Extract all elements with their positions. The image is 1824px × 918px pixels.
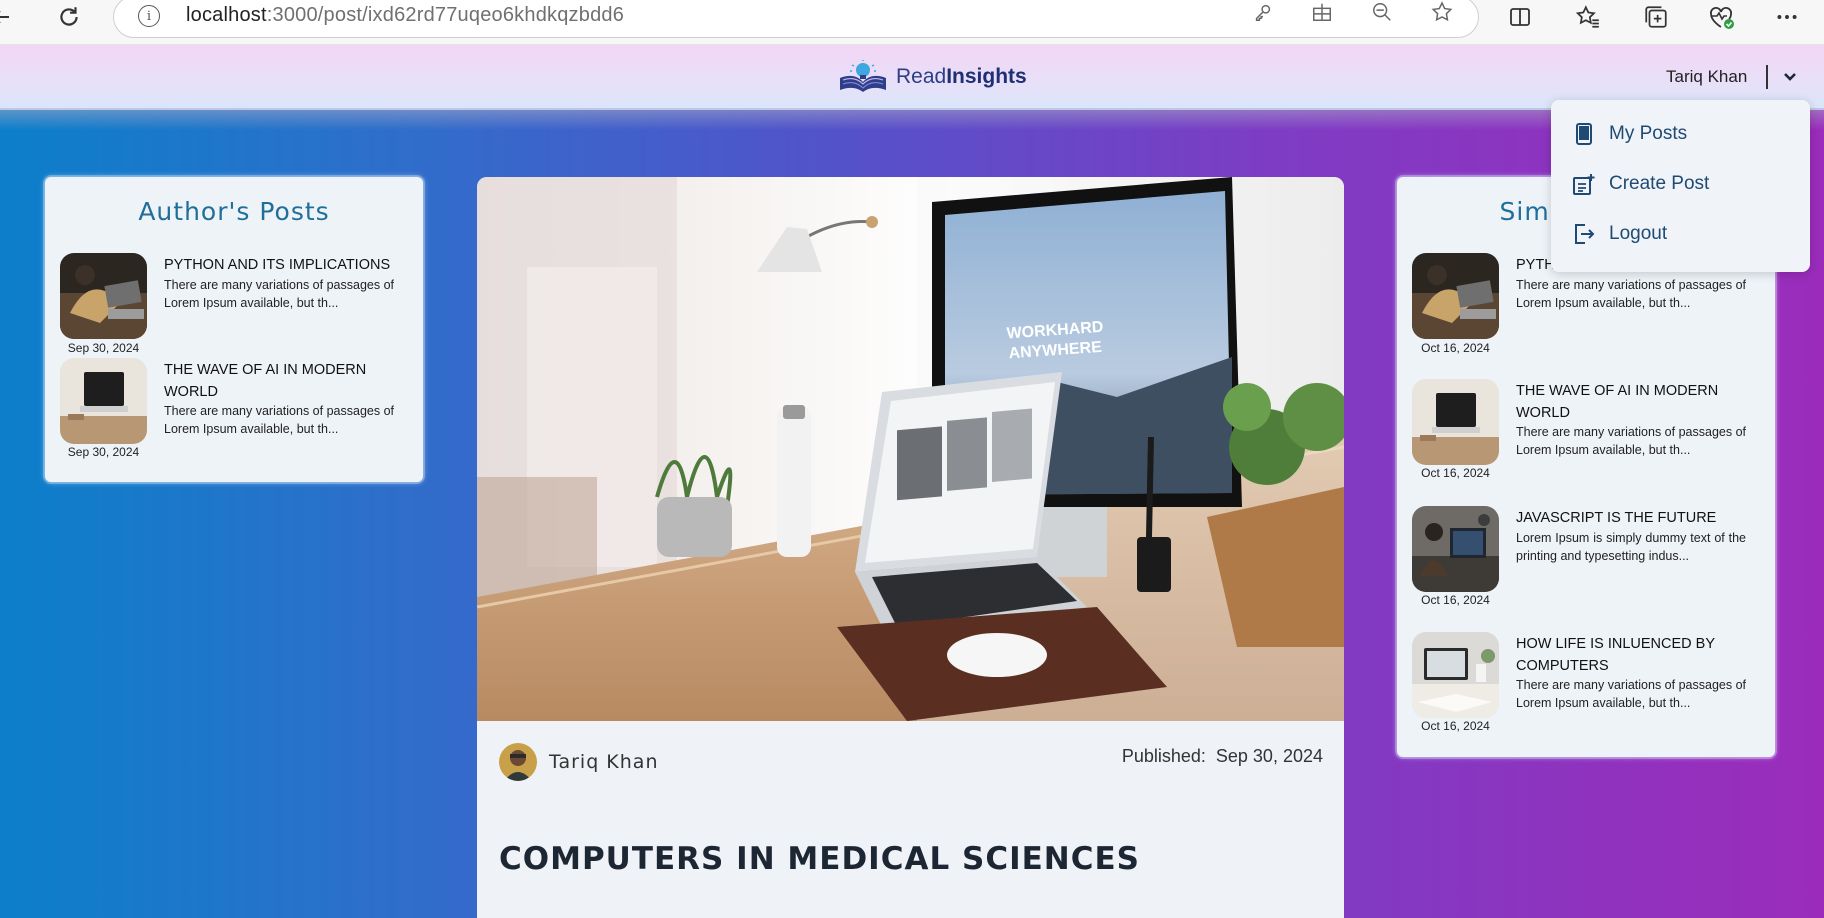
post-title[interactable]: PYTHON AND ITS IMPLICATIONS — [164, 254, 404, 276]
similar-post-item[interactable]: Oct 16, 2024 THE WAVE OF AI IN MODERN WO… — [1412, 379, 1762, 489]
post-thumbnail[interactable] — [1412, 253, 1499, 339]
post-title[interactable]: HOW LIFE IS INLUENCED BY COMPUTERS — [1516, 633, 1756, 677]
collections-icon[interactable] — [1641, 2, 1671, 32]
post-date: Oct 16, 2024 — [1421, 719, 1490, 733]
post-thumbnail[interactable] — [60, 253, 147, 339]
more-icon[interactable] — [1772, 2, 1802, 32]
dropdown-item-my-posts[interactable]: My Posts — [1573, 122, 1687, 146]
post-thumbnail[interactable] — [1412, 632, 1499, 718]
post-thumbnail[interactable] — [1412, 506, 1499, 592]
post-thumbnail[interactable] — [60, 358, 147, 444]
browser-health-icon[interactable] — [1706, 2, 1736, 32]
published-label: Published: — [1121, 746, 1206, 766]
author-avatar[interactable] — [499, 743, 537, 781]
user-name[interactable]: Tariq Khan — [1666, 67, 1747, 87]
password-key-icon[interactable] — [1248, 0, 1278, 27]
dropdown-item-label: My Posts — [1609, 123, 1688, 144]
post-excerpt: There are many variations of passages of… — [1516, 278, 1746, 310]
post-date: Sep 30, 2024 — [67, 445, 140, 459]
post-excerpt: There are many variations of passages of… — [164, 278, 394, 310]
published-date: Sep 30, 2024 — [1215, 746, 1323, 766]
post-excerpt: There are many variations of passages of… — [164, 404, 394, 436]
refresh-icon[interactable] — [54, 2, 84, 32]
user-dropdown-menu: My Posts Create Post Logout — [1551, 100, 1810, 272]
browser-toolbar: i localhost:3000/post/ixd62rd77uqeo6khdk… — [0, 0, 1824, 45]
chevron-down-icon[interactable] — [1779, 65, 1801, 89]
post-date: Sep 30, 2024 — [67, 341, 140, 355]
similar-post-item[interactable]: Oct 16, 2024 HOW LIFE IS INLUENCED BY CO… — [1412, 632, 1762, 742]
dropdown-item-label: Logout — [1609, 223, 1668, 244]
author-post-item[interactable]: Sep 30, 2024 THE WAVE OF AI IN MODERN WO… — [60, 358, 410, 468]
post-date: Oct 16, 2024 — [1421, 466, 1490, 480]
note-add-icon — [1573, 172, 1595, 196]
zoom-out-icon[interactable] — [1367, 0, 1397, 27]
post-date: Oct 16, 2024 — [1421, 341, 1490, 355]
back-icon[interactable] — [0, 2, 16, 32]
logo-text-read: Read — [896, 65, 947, 88]
post-title[interactable]: THE WAVE OF AI IN MODERN WORLD — [1516, 380, 1756, 424]
favorites-icon[interactable] — [1573, 2, 1603, 32]
published-info: Published: Sep 30, 2024 — [1122, 746, 1323, 767]
app-header: ReadInsights Tariq Khan — [0, 45, 1824, 110]
post-date: Oct 16, 2024 — [1421, 593, 1490, 607]
post-excerpt: Lorem Ipsum is simply dummy text of the … — [1516, 531, 1746, 563]
logo[interactable]: ReadInsights — [838, 60, 1027, 94]
address-bar[interactable]: i localhost:3000/post/ixd62rd77uqeo6khdk… — [113, 0, 1479, 38]
post-excerpt: There are many variations of passages of… — [1516, 678, 1746, 710]
post-title-heading: COMPUTERS IN MEDICAL SCIENCES — [499, 841, 1140, 877]
logout-icon — [1573, 222, 1595, 246]
post-title[interactable]: THE WAVE OF AI IN MODERN WORLD — [164, 359, 404, 403]
author-posts-title: Author's Posts — [138, 197, 330, 226]
logo-text: ReadInsights — [896, 65, 1027, 89]
dropdown-item-logout[interactable]: Logout — [1573, 222, 1667, 246]
url-path: :3000/post/ixd62rd77uqeo6khdkqzbdd6 — [266, 4, 625, 26]
favorite-star-icon[interactable] — [1427, 0, 1457, 27]
split-screen-icon[interactable] — [1505, 2, 1535, 32]
similar-post-item[interactable]: Oct 16, 2024 JAVASCRIPT IS THE FUTURE Lo… — [1412, 506, 1762, 616]
site-info-icon[interactable]: i — [138, 5, 160, 27]
post-thumbnail[interactable] — [1412, 379, 1499, 465]
url-host: localhost — [186, 4, 267, 26]
post-author[interactable]: Tariq Khan — [499, 743, 658, 781]
dropdown-item-create-post[interactable]: Create Post — [1573, 172, 1709, 196]
extensions-icon[interactable] — [1307, 0, 1337, 27]
post-hero-image: WORKHARD ANYWHERE — [477, 177, 1344, 721]
post-title[interactable]: JAVASCRIPT IS THE FUTURE — [1516, 507, 1756, 529]
author-name[interactable]: Tariq Khan — [549, 751, 658, 773]
book-icon — [1573, 122, 1595, 146]
dropdown-item-label: Create Post — [1609, 173, 1710, 194]
author-posts-panel: Author's Posts Sep 30, 2024 PYTHON AND I… — [45, 177, 423, 482]
post-excerpt: There are many variations of passages of… — [1516, 425, 1746, 457]
user-menu-divider — [1766, 65, 1768, 89]
post-card: WORKHARD ANYWHERE Tariq Khan Published: … — [477, 177, 1344, 918]
author-post-item[interactable]: Sep 30, 2024 PYTHON AND ITS IMPLICATIONS… — [60, 253, 410, 363]
logo-text-insights: Insights — [946, 65, 1027, 88]
url-text[interactable]: localhost:3000/post/ixd62rd77uqeo6khdkqz… — [186, 4, 624, 27]
book-lightbulb-logo-icon — [840, 60, 886, 92]
